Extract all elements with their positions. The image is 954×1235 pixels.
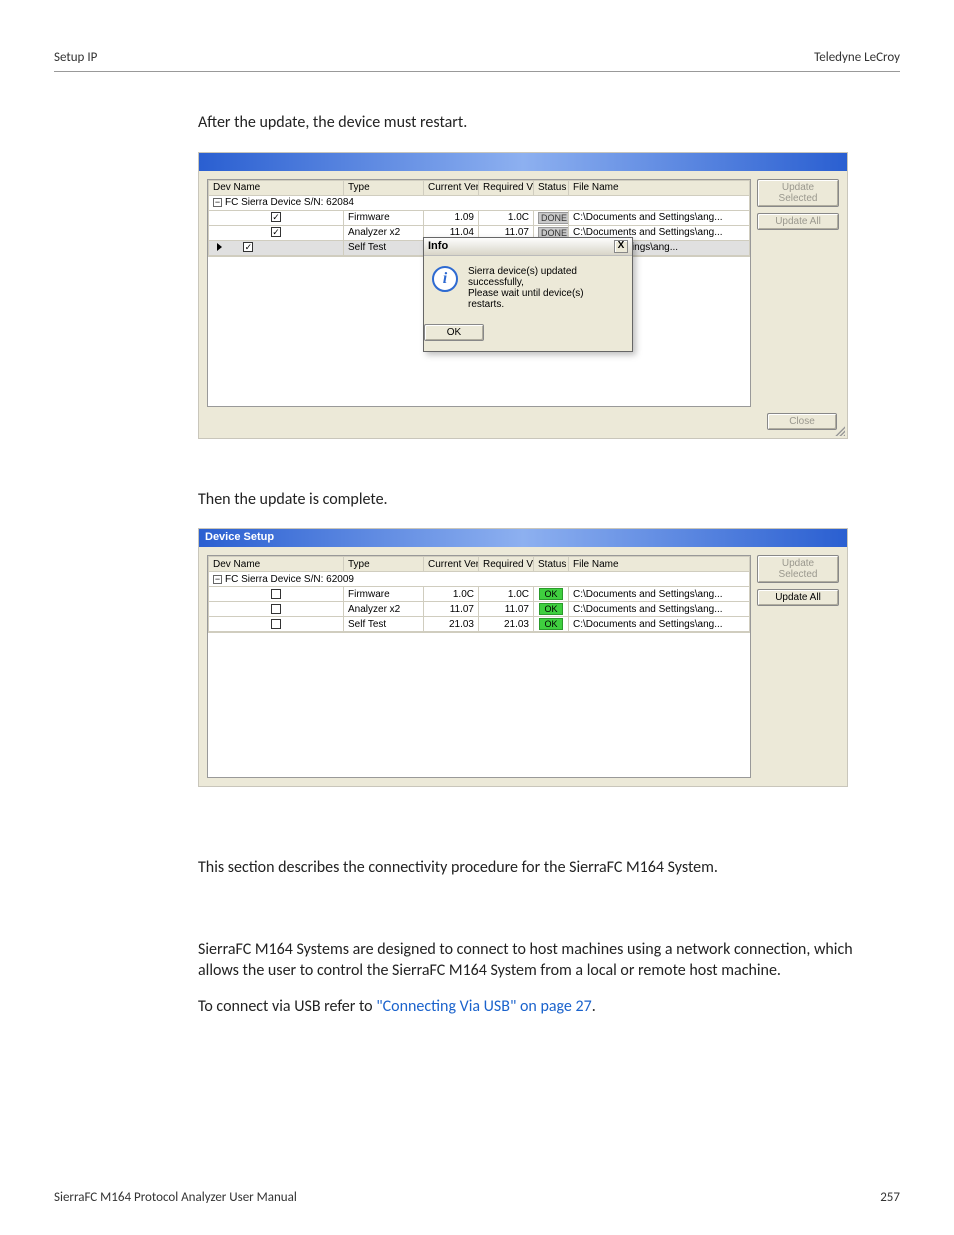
screenshot-update-restart: Dev Name Type Current Ver Required Ver S… (198, 152, 848, 439)
update-all-button[interactable]: Update All (757, 589, 839, 606)
col-status[interactable]: Status (534, 557, 569, 572)
table-row[interactable]: Firmware 1.0C 1.0C OK C:\Documents and S… (209, 587, 750, 602)
checkbox-icon[interactable] (271, 589, 281, 599)
cell-required: 1.0C (479, 587, 534, 602)
page-header: Setup IP Teledyne LeCroy (54, 50, 900, 72)
body-paragraph: After the update, the device must restar… (198, 112, 860, 134)
cell-type: Firmware (344, 587, 424, 602)
checkbox-icon[interactable]: ✓ (271, 212, 281, 222)
body-paragraph: This section describes the connectivity … (198, 857, 860, 879)
body-paragraph: Then the update is complete. (198, 489, 860, 511)
cell-current: 1.09 (424, 210, 479, 225)
col-current[interactable]: Current Ver (424, 180, 479, 195)
col-type[interactable]: Type (344, 180, 424, 195)
dialog-close-icon[interactable]: X (614, 240, 628, 253)
window-titlebar: Device Setup (199, 529, 847, 547)
col-type[interactable]: Type (344, 557, 424, 572)
cell-file: C:\Documents and Settings\ang... (569, 210, 750, 225)
text-span: To connect via USB refer to (198, 997, 376, 1016)
header-left: Setup IP (54, 50, 97, 65)
checkbox-icon[interactable] (271, 604, 281, 614)
cell-type: Self Test (344, 617, 424, 632)
cell-file: C:\Documents and Settings\ang... (569, 587, 750, 602)
dialog-line: Sierra device(s) updated successfully, (468, 266, 622, 288)
status-badge: DONE (538, 212, 569, 224)
cell-current: 21.03 (424, 617, 479, 632)
cell-type: Analyzer x2 (344, 225, 424, 240)
table-row[interactable]: Analyzer x2 11.07 11.07 OK C:\Documents … (209, 602, 750, 617)
window-titlebar (199, 153, 847, 171)
cell-current: 11.07 (424, 602, 479, 617)
col-file[interactable]: File Name (569, 180, 750, 195)
cell-required: 11.07 (479, 602, 534, 617)
status-badge: OK (539, 588, 562, 600)
cell-file: C:\Documents and Settings\ang... (569, 602, 750, 617)
cell-current: 1.0C (424, 587, 479, 602)
footer-page-number: 257 (880, 1190, 900, 1205)
link-connecting-via-usb[interactable]: "Connecting Via USB" on page 27 (376, 997, 592, 1016)
dialog-ok-button[interactable]: OK (424, 324, 484, 341)
info-icon: i (432, 266, 458, 292)
col-status[interactable]: Status (534, 180, 569, 195)
cell-required: 21.03 (479, 617, 534, 632)
body-paragraph: SierraFC M164 Systems are designed to co… (198, 939, 860, 982)
info-dialog: Info X i Sierra device(s) updated succes… (423, 237, 633, 352)
col-required[interactable]: Required Ver (479, 180, 534, 195)
col-dev-name[interactable]: Dev Name (209, 180, 344, 195)
cell-type: Firmware (344, 210, 424, 225)
close-button[interactable]: Close (767, 413, 837, 430)
checkbox-icon[interactable] (271, 619, 281, 629)
cell-required: 1.0C (479, 210, 534, 225)
col-file[interactable]: File Name (569, 557, 750, 572)
status-badge: OK (539, 618, 562, 630)
dialog-text: Sierra device(s) updated successfully, P… (468, 266, 622, 310)
col-dev-name[interactable]: Dev Name (209, 557, 344, 572)
update-selected-button[interactable]: Update Selected (757, 179, 839, 207)
col-current[interactable]: Current Ver (424, 557, 479, 572)
body-paragraph: To connect via USB refer to "Connecting … (198, 996, 860, 1018)
text-span: . (592, 997, 596, 1016)
status-badge: OK (539, 603, 562, 615)
group-label: FC Sierra Device S/N: 62009 (225, 574, 354, 585)
row-indicator-icon (217, 243, 222, 251)
dialog-title: Info (428, 240, 448, 252)
footer-left: SierraFC M164 Protocol Analyzer User Man… (54, 1190, 297, 1205)
cell-type: Self Test (344, 240, 424, 255)
col-required[interactable]: Required Ver (479, 557, 534, 572)
checkbox-icon[interactable]: ✓ (243, 242, 253, 252)
table-group-row[interactable]: −FC Sierra Device S/N: 62009 (209, 572, 750, 587)
dialog-line: Please wait until device(s) restarts. (468, 288, 622, 310)
tree-collapse-icon[interactable]: − (213, 575, 222, 584)
header-right: Teledyne LeCroy (814, 50, 900, 65)
cell-type: Analyzer x2 (344, 602, 424, 617)
checkbox-icon[interactable]: ✓ (271, 227, 281, 237)
table-group-row[interactable]: −FC Sierra Device S/N: 62084 (209, 195, 750, 210)
update-all-button[interactable]: Update All (757, 213, 839, 230)
tree-collapse-icon[interactable]: − (213, 198, 222, 207)
screenshot-update-complete: Device Setup Dev Name Type Current Ver R… (198, 528, 848, 787)
resize-grip-icon[interactable] (833, 424, 845, 436)
cell-file: C:\Documents and Settings\ang... (569, 617, 750, 632)
table-row[interactable]: Self Test 21.03 21.03 OK C:\Documents an… (209, 617, 750, 632)
table-row[interactable]: ✓ Firmware 1.09 1.0C DONE C:\Documents a… (209, 210, 750, 225)
update-selected-button[interactable]: Update Selected (757, 555, 839, 583)
page-footer: SierraFC M164 Protocol Analyzer User Man… (54, 1190, 900, 1205)
group-label: FC Sierra Device S/N: 62084 (225, 197, 354, 208)
